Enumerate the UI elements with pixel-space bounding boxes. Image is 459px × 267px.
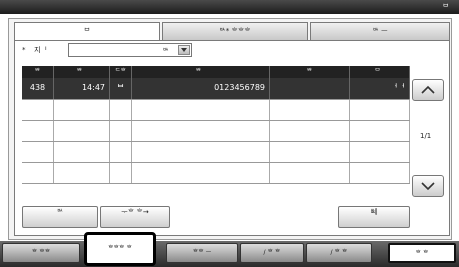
table-row[interactable]: [22, 100, 410, 121]
cell-c5: [270, 100, 350, 120]
tab-1[interactable]: ᄇ: [14, 22, 160, 41]
cell-time: [54, 163, 110, 183]
filter-row: * ᅟ지ᅵ ᄡ: [22, 42, 192, 58]
col-header: ᄃᄒ: [110, 66, 132, 78]
cell-time: 14:47: [54, 78, 110, 99]
chevron-down-icon[interactable]: [178, 45, 190, 55]
cell-num: [22, 121, 54, 141]
col-header: ᄇ: [350, 66, 410, 78]
cell-num: [22, 163, 54, 183]
cell-num: 438: [22, 78, 54, 99]
cell-num: [22, 142, 54, 162]
tab-2[interactable]: ᄡ* ᄒᄒᄒ: [162, 22, 308, 40]
page-indicator: 1/1: [420, 132, 432, 140]
cell-status: [350, 163, 410, 183]
action-button-left[interactable]: ᄡ: [22, 206, 98, 228]
cell-status: [350, 100, 410, 120]
tab-3[interactable]: ᄡ ᅳ: [310, 22, 450, 40]
top-right-label: ᄇ: [442, 3, 449, 11]
filter-label: * ᅟ지ᅵ: [22, 46, 48, 54]
top-status-bar: ᄇ: [0, 0, 459, 14]
cell-status: ᅥᅥ: [350, 78, 410, 99]
bottom-tab-1[interactable]: ᄒ ᄒᄒ: [2, 243, 80, 263]
cell-c5: [270, 121, 350, 141]
cell-num: [22, 100, 54, 120]
cell-icon: [110, 121, 132, 141]
col-header: ᄇᄒ: [132, 66, 270, 78]
cell-phone: [132, 100, 270, 120]
cell-icon: [110, 163, 132, 183]
scroll-down-button[interactable]: [412, 175, 444, 197]
table-header: ᄇᄒ ᄇᄒ ᄃᄒ ᄇᄒ ᄇᄒ ᄇ: [22, 66, 410, 78]
cell-time: [54, 100, 110, 120]
scroll-controls: 1/1: [412, 79, 444, 197]
scroll-up-button[interactable]: [412, 79, 444, 101]
col-header: ᄇᄒ: [270, 66, 350, 78]
bottom-tab-2[interactable]: ᄒᄒᄒ ᄒ: [84, 232, 156, 266]
tab-strip: ᄇ ᄡ* ᄒᄒᄒ ᄡ ᅳ: [14, 22, 452, 41]
chevron-down-icon: [421, 182, 435, 191]
col-header: ᄇᄒ: [22, 66, 54, 78]
table-row[interactable]: [22, 121, 410, 142]
filter-select[interactable]: ᄡ: [68, 43, 192, 57]
cell-icon: [110, 142, 132, 162]
job-table: ᄇᄒ ᄇᄒ ᄃᄒ ᄇᄒ ᄇᄒ ᄇ 438 14:47 ᄇ 0123456789 …: [22, 66, 410, 184]
bottom-tab-4[interactable]: / ᄒ ᄒ: [240, 243, 304, 263]
col-header: ᄇᄒ: [54, 66, 110, 78]
action-button-right[interactable]: ᄡᅦ: [338, 206, 410, 228]
chevron-up-icon: [421, 85, 435, 94]
cell-phone: [132, 142, 270, 162]
fax-icon: ᄇ: [110, 78, 132, 99]
filter-value: ᄡ: [162, 47, 169, 55]
action-button-mid[interactable]: ᅮᄒ ᄒ→: [100, 206, 170, 228]
cell-status: [350, 121, 410, 141]
cell-status: [350, 142, 410, 162]
bottom-tab-5[interactable]: / ᄒ ᄒ: [306, 243, 372, 263]
table-row[interactable]: [22, 163, 410, 184]
cell-time: [54, 142, 110, 162]
bottom-tab-6[interactable]: ᄒ ᄒ: [388, 243, 456, 263]
cell-c5: [270, 163, 350, 183]
cell-icon: [110, 100, 132, 120]
table-row[interactable]: [22, 142, 410, 163]
cell-c5: [270, 142, 350, 162]
cell-phone: [132, 163, 270, 183]
table-row[interactable]: 438 14:47 ᄇ 0123456789 ᅥᅥ: [22, 78, 410, 100]
cell-phone: [132, 121, 270, 141]
cell-time: [54, 121, 110, 141]
cell-c5: [270, 78, 350, 99]
bottom-tab-3[interactable]: ᄒᄒ ᅳ: [166, 243, 238, 263]
cell-phone: 0123456789: [132, 78, 270, 99]
